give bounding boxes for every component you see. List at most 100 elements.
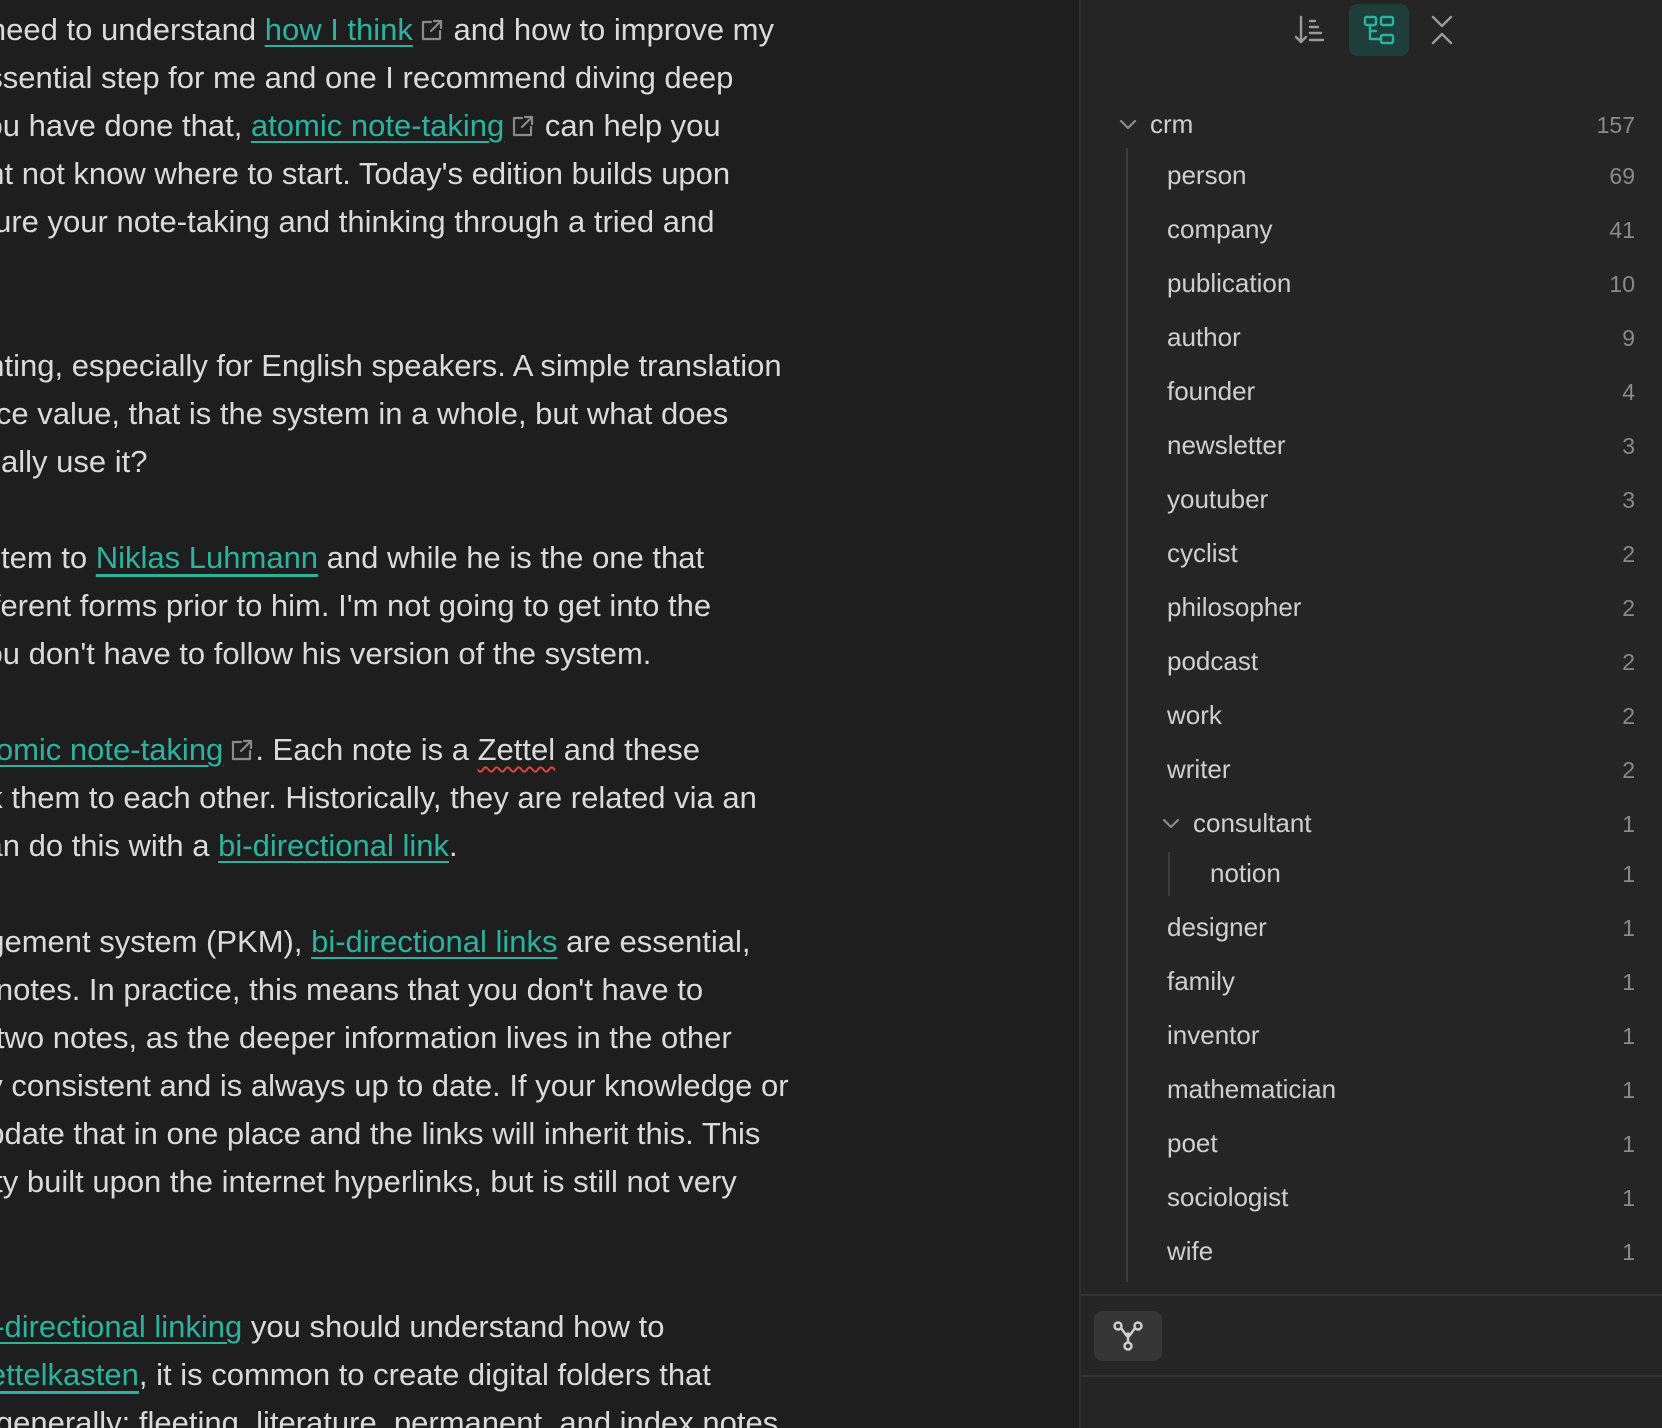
- tag-item-work[interactable]: work 2: [1081, 690, 1662, 742]
- internal-link[interactable]: how I think: [265, 12, 413, 47]
- external-link-icon[interactable]: [419, 9, 445, 41]
- text-segment: face value, that is the system in a whol…: [0, 396, 729, 431]
- tag-item-consultant[interactable]: consultant 1: [1081, 798, 1662, 850]
- tag-item-person[interactable]: person 69: [1081, 150, 1662, 202]
- tag-count: 1: [1622, 1185, 1635, 1211]
- internal-link[interactable]: atomic note-taking: [251, 108, 504, 143]
- text-segment: r need to understand: [0, 12, 257, 47]
- text-segment: and while he is the one that: [318, 540, 705, 575]
- tag-label: podcast: [1167, 646, 1259, 676]
- external-link-icon[interactable]: [510, 105, 536, 137]
- text-line: you don't have to follow his version of …: [0, 630, 1030, 678]
- tree-guide-line: [1168, 852, 1170, 896]
- tag-item-sociologist[interactable]: sociologist 1: [1081, 1172, 1662, 1224]
- internal-link[interactable]: Niklas Luhmann: [96, 540, 318, 575]
- tag-item-publication[interactable]: publication 10: [1081, 258, 1662, 310]
- text-line: lifferent forms prior to him. I'm not go…: [0, 582, 1030, 630]
- tag-item-founder[interactable]: founder 4: [1081, 366, 1662, 418]
- tag-label: inventor: [1167, 1020, 1260, 1050]
- collapse-all-icon: [1431, 15, 1453, 45]
- text-segment: e notes. In practice, this means that yo…: [0, 972, 704, 1007]
- text-line: g.: [0, 1206, 1030, 1254]
- tag-label: person: [1167, 160, 1247, 190]
- tag-item-writer[interactable]: writer 2: [1081, 744, 1662, 796]
- tag-item-designer[interactable]: designer 1: [1081, 902, 1662, 954]
- internal-link[interactable]: Zettelkasten: [0, 1357, 139, 1392]
- tag-count: 1: [1622, 861, 1635, 887]
- text-segment: , it is common to create digital folders…: [138, 1357, 711, 1392]
- text-line: ay consistent and is always up to date. …: [0, 1062, 1030, 1110]
- editor-paragraph[interactable]: ystem to Niklas Luhmann and while he is …: [0, 534, 1030, 678]
- text-segment: agement system (PKM),: [0, 924, 312, 959]
- editor-paragraph[interactable]: agement system (PKM), bi-directional lin…: [0, 918, 1030, 1254]
- text-segment: ght not know where to start. Today's edi…: [0, 156, 731, 191]
- text-line: tically use it?: [0, 438, 1030, 486]
- text-segment: . Each note is a: [255, 732, 478, 767]
- sort-button[interactable]: [1279, 4, 1339, 56]
- tag-item-newsletter[interactable]: newsletter 3: [1081, 420, 1662, 472]
- text-segment: you don't have to follow his version of …: [0, 636, 652, 671]
- tags-sidebar: crm 157 person 69 company 41 publication 10 auth…: [1081, 0, 1662, 1428]
- text-line: ystem to Niklas Luhmann and while he is …: [0, 534, 1030, 582]
- tag-label: family: [1167, 966, 1235, 996]
- tree-view-icon: [1363, 15, 1395, 45]
- tag-item-crm[interactable]: crm 157: [1081, 99, 1662, 151]
- editor-paragraph[interactable]: atomic note-taking . Each note is a Zette…: [0, 726, 1030, 870]
- tag-item-podcast[interactable]: podcast 2: [1081, 636, 1662, 688]
- text-line: update that in one place and the links w…: [0, 1110, 1030, 1158]
- text-line: g two notes, as the deeper information l…: [0, 1014, 1030, 1062]
- editor-pane[interactable]: r need to understand how I think and how…: [0, 0, 1079, 1428]
- tag-item-cyclist[interactable]: cyclist 2: [1081, 528, 1662, 580]
- sort-icon: [1294, 15, 1325, 44]
- footer-divider: [1081, 1294, 1662, 1296]
- tag-label: crm: [1150, 109, 1194, 139]
- tag-item-poet[interactable]: poet 1: [1081, 1118, 1662, 1170]
- chevron-down-icon[interactable]: [1117, 116, 1139, 134]
- text-segment: you have done that,: [0, 108, 243, 143]
- tree-guide-line: [1126, 148, 1128, 1282]
- text-segment: cture your note-taking and thinking thro…: [0, 204, 715, 239]
- editor-paragraph[interactable]: bi-directional linking you should unders…: [0, 1303, 1030, 1428]
- internal-link[interactable]: atomic note-taking: [0, 732, 223, 767]
- tag-count: 2: [1622, 595, 1635, 621]
- tag-label: youtuber: [1167, 484, 1269, 514]
- tag-count: 3: [1622, 487, 1635, 513]
- tag-label: consultant: [1193, 808, 1312, 838]
- text-segment: lifferent forms prior to him. I'm not go…: [0, 588, 712, 623]
- tag-count: 1: [1622, 915, 1635, 941]
- editor-paragraph[interactable]: unting, especially for English speakers.…: [0, 342, 1030, 486]
- text-line: can do this with a bi-directional link.: [0, 822, 1030, 870]
- text-line: nk them to each other. Historically, the…: [0, 774, 1030, 822]
- tag-item-philosopher[interactable]: philosopher 2: [1081, 582, 1662, 634]
- tag-label: cyclist: [1167, 538, 1238, 568]
- internal-link[interactable]: bi-directional links: [311, 924, 557, 959]
- chevron-down-icon[interactable]: [1160, 815, 1182, 833]
- tag-label: wife: [1167, 1236, 1214, 1266]
- tag-count: 1: [1622, 1077, 1635, 1103]
- text-line: atomic note-taking . Each note is a Zette…: [0, 726, 1030, 774]
- tag-item-company[interactable]: company 41: [1081, 204, 1662, 256]
- tree-view-button[interactable]: [1349, 4, 1409, 56]
- editor-paragraph[interactable]: r need to understand how I think and how…: [0, 6, 1030, 246]
- internal-link[interactable]: bi-directional linking: [0, 1309, 242, 1344]
- external-link-icon[interactable]: [229, 729, 255, 761]
- tag-label: company: [1167, 214, 1273, 244]
- tag-item-mathematician[interactable]: mathematician 1: [1081, 1064, 1662, 1116]
- tag-count: 10: [1609, 271, 1635, 297]
- internal-link[interactable]: bi-directional link: [218, 828, 449, 863]
- text-segment: ystem to: [0, 540, 88, 575]
- tag-item-youtuber[interactable]: youtuber 3: [1081, 474, 1662, 526]
- text-line: e notes. In practice, this means that yo…: [0, 966, 1030, 1014]
- tag-item-author[interactable]: author 9: [1081, 312, 1662, 364]
- text-segment: nk them to each other. Historically, the…: [0, 780, 757, 815]
- tag-label: publication: [1167, 268, 1292, 298]
- tag-count: 4: [1622, 379, 1635, 405]
- tag-item-inventor[interactable]: inventor 1: [1081, 1010, 1662, 1062]
- tag-item-family[interactable]: family 1: [1081, 956, 1662, 1008]
- collapse-all-button[interactable]: [1412, 4, 1472, 56]
- graph-view-button[interactable]: [1094, 1311, 1162, 1361]
- tag-label: newsletter: [1167, 430, 1286, 460]
- text-line: ght not know where to start. Today's edi…: [0, 150, 1030, 198]
- text-segment: ay consistent and is always up to date. …: [0, 1068, 789, 1103]
- tag-item-wife[interactable]: wife 1: [1081, 1226, 1662, 1278]
